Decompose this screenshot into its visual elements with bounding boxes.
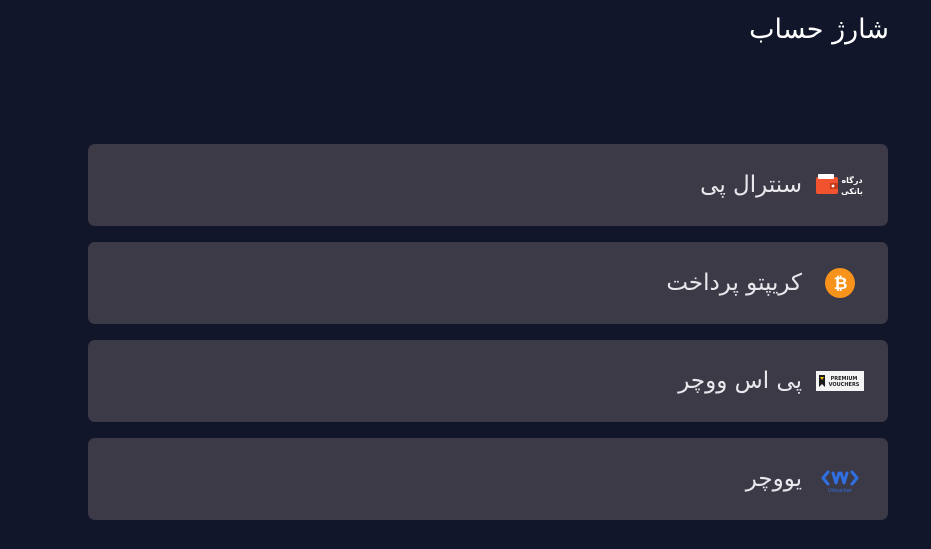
payment-method-label: کریپتو پرداخت	[666, 270, 802, 296]
svg-text:UVoucher: UVoucher	[828, 488, 853, 493]
bank-gateway-wallet-icon: درگاه بانکی	[816, 169, 864, 201]
page-title: شارژ حساب	[749, 14, 889, 45]
payment-method-label: یووچر	[745, 466, 802, 492]
premium-vouchers-logo-icon: PREMIUM VOUCHERS	[816, 365, 864, 397]
payment-method-central-pay[interactable]: درگاه بانکی سنترال پی	[88, 144, 888, 226]
payment-method-uvoucher[interactable]: UVoucher یووچر	[88, 438, 888, 520]
svg-text:درگاه: درگاه	[841, 175, 862, 185]
svg-text:VOUCHERS: VOUCHERS	[829, 382, 860, 388]
svg-text:بانکی: بانکی	[841, 187, 863, 196]
bitcoin-icon: ₿	[816, 267, 864, 299]
svg-text:₿: ₿	[834, 274, 848, 294]
uvoucher-logo-icon: UVoucher	[816, 463, 864, 495]
payment-method-ps-voucher[interactable]: PREMIUM VOUCHERS پی اس ووچر	[88, 340, 888, 422]
payment-method-label: سنترال پی	[700, 172, 802, 198]
payment-methods-list: درگاه بانکی سنترال پی ₿ کریپتو پرداخت PR…	[88, 144, 888, 536]
payment-method-label: پی اس ووچر	[678, 368, 802, 394]
payment-method-crypto[interactable]: ₿ کریپتو پرداخت	[88, 242, 888, 324]
